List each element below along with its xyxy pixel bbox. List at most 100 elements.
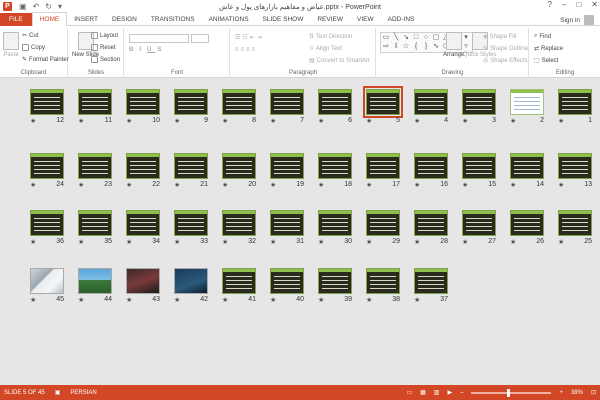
select-button[interactable]: ⬚ Select <box>534 57 558 65</box>
transition-star-icon[interactable]: ★ <box>30 117 36 125</box>
transition-star-icon[interactable]: ★ <box>510 117 516 125</box>
slide-thumbnail[interactable]: ★ 31 <box>270 210 304 248</box>
transition-star-icon[interactable]: ★ <box>558 117 564 125</box>
slide-preview[interactable] <box>30 89 64 115</box>
slide-thumbnail[interactable]: ★ 22 <box>126 153 160 191</box>
slide-thumbnail[interactable]: ★ 16 <box>414 153 448 191</box>
slide-preview[interactable] <box>363 86 403 118</box>
align-text-button[interactable]: ⇳ Align Text <box>309 45 342 53</box>
slide-thumbnail[interactable]: ★ 12 <box>30 89 64 127</box>
outdent-icon[interactable]: ⇥ <box>257 34 262 41</box>
list-buttons[interactable]: ☰ ☷ ⇤ ⇥ <box>235 34 262 41</box>
slide-thumbnail[interactable]: ★ 20 <box>222 153 256 191</box>
tab-design[interactable]: DESIGN <box>105 13 144 26</box>
close-button[interactable]: ✕ <box>591 0 598 9</box>
slide-sorter[interactable]: ★ 12 ★ 11 ★ 10 ★ 9 ★ 8 ★ 7 ★ 6 ★ 5 ★ 4 ★ 3 ★ 2 ★ 1 ★ 24 ★ 23 ★ 22 ★ 21 ★… <box>0 79 600 385</box>
textbox-shape-icon[interactable]: ▭ <box>382 34 390 42</box>
slide-preview[interactable] <box>270 153 304 179</box>
slide-preview[interactable] <box>414 89 448 115</box>
paste-button[interactable]: Paste <box>3 32 19 58</box>
slide-preview[interactable] <box>174 268 208 294</box>
transition-star-icon[interactable]: ★ <box>270 117 276 125</box>
slide-thumbnail[interactable]: ★ 27 <box>462 210 496 248</box>
curve-shape-icon[interactable]: ∿ <box>432 43 440 51</box>
undo-icon[interactable]: ↶ <box>33 2 40 11</box>
slide-thumbnail[interactable]: ★ 23 <box>78 153 112 191</box>
replace-button[interactable]: ⇄ Replace <box>534 45 563 53</box>
transition-star-icon[interactable]: ★ <box>174 296 180 304</box>
zoom-out-icon[interactable]: – <box>460 390 463 396</box>
tab-home[interactable]: HOME <box>31 12 68 26</box>
slide-thumbnail[interactable]: ★ 42 <box>174 268 208 306</box>
transition-star-icon[interactable]: ★ <box>366 117 372 125</box>
arrow-shape-icon[interactable]: ↘ <box>402 34 410 42</box>
slide-preview[interactable] <box>462 89 496 115</box>
slide-preview[interactable] <box>222 89 256 115</box>
reset-button[interactable]: Reset <box>91 44 116 51</box>
spellcheck-icon[interactable]: ▣ <box>55 389 61 396</box>
slide-thumbnail[interactable]: ★ 1 <box>558 89 592 127</box>
slide-thumbnail[interactable]: ★ 38 <box>366 268 400 306</box>
slide-thumbnail[interactable]: ★ 26 <box>510 210 544 248</box>
slide-thumbnail[interactable]: ★ 29 <box>366 210 400 248</box>
slide-thumbnail[interactable]: ★ 35 <box>78 210 112 248</box>
font-name-combo[interactable] <box>129 34 189 43</box>
brace-shape-icon[interactable]: { <box>412 43 420 51</box>
slide-thumbnail[interactable]: ★ 24 <box>30 153 64 191</box>
slide-thumbnail[interactable]: ★ 32 <box>222 210 256 248</box>
language-indicator[interactable]: PERSIAN <box>70 390 96 396</box>
transition-star-icon[interactable]: ★ <box>318 296 324 304</box>
slide-thumbnail[interactable]: ★ 21 <box>174 153 208 191</box>
slide-thumbnail[interactable]: ★ 25 <box>558 210 592 248</box>
slide-thumbnail[interactable]: ★ 45 <box>30 268 64 306</box>
rounded-rect-shape-icon[interactable]: ▢ <box>432 34 440 42</box>
slide-preview[interactable] <box>318 89 352 115</box>
zoom-in-icon[interactable]: + <box>559 390 563 396</box>
copy-button[interactable]: Copy <box>22 44 45 51</box>
transition-star-icon[interactable]: ★ <box>558 238 564 246</box>
slide-thumbnail[interactable]: ★ 33 <box>174 210 208 248</box>
slide-thumbnail[interactable]: ★ 4 <box>414 89 448 127</box>
slide-thumbnail[interactable]: ★ 15 <box>462 153 496 191</box>
slide-preview[interactable] <box>126 210 160 236</box>
transition-star-icon[interactable]: ★ <box>366 296 372 304</box>
reading-view-icon[interactable]: ▥ <box>434 389 440 396</box>
transition-star-icon[interactable]: ★ <box>366 181 372 189</box>
slide-thumbnail[interactable]: ★ 3 <box>462 89 496 127</box>
zoom-level[interactable]: 38% <box>571 390 583 396</box>
transition-star-icon[interactable]: ★ <box>78 296 84 304</box>
customize-qat-icon[interactable]: ▾ <box>58 2 62 11</box>
right-arrow-shape-icon[interactable]: ⇨ <box>382 43 390 51</box>
tab-add-ins[interactable]: ADD-INS <box>381 13 422 26</box>
transition-star-icon[interactable]: ★ <box>174 181 180 189</box>
slide-preview[interactable] <box>222 210 256 236</box>
transition-star-icon[interactable]: ★ <box>78 181 84 189</box>
transition-star-icon[interactable]: ★ <box>510 181 516 189</box>
arrange-button[interactable]: Arrange <box>443 32 464 58</box>
slide-preview[interactable] <box>366 268 400 294</box>
slide-thumbnail[interactable]: ★ 13 <box>558 153 592 191</box>
transition-star-icon[interactable]: ★ <box>414 296 420 304</box>
slide-preview[interactable] <box>78 268 112 294</box>
font-format-buttons[interactable]: B I U S <box>129 47 165 53</box>
transition-star-icon[interactable]: ★ <box>462 238 468 246</box>
align-left-icon[interactable]: ≡ <box>235 47 239 53</box>
layout-button[interactable]: Layout <box>91 32 118 39</box>
transition-star-icon[interactable]: ★ <box>126 296 132 304</box>
slide-preview[interactable] <box>174 153 208 179</box>
slide-thumbnail[interactable]: ★ 17 <box>366 153 400 191</box>
slide-preview[interactable] <box>270 210 304 236</box>
slide-preview[interactable] <box>558 210 592 236</box>
italic-icon[interactable]: I <box>139 47 145 53</box>
transition-star-icon[interactable]: ★ <box>270 238 276 246</box>
slide-preview[interactable] <box>414 210 448 236</box>
slideshow-view-icon[interactable]: ▶ <box>447 389 452 396</box>
slide-thumbnail[interactable]: ★ 39 <box>318 268 352 306</box>
slide-preview[interactable] <box>462 153 496 179</box>
transition-star-icon[interactable]: ★ <box>462 117 468 125</box>
text-direction-button[interactable]: ⇅ Text Direction <box>309 33 352 41</box>
slide-preview[interactable] <box>126 268 160 294</box>
transition-star-icon[interactable]: ★ <box>414 238 420 246</box>
slide-preview[interactable] <box>558 89 592 115</box>
slide-preview[interactable] <box>414 268 448 294</box>
